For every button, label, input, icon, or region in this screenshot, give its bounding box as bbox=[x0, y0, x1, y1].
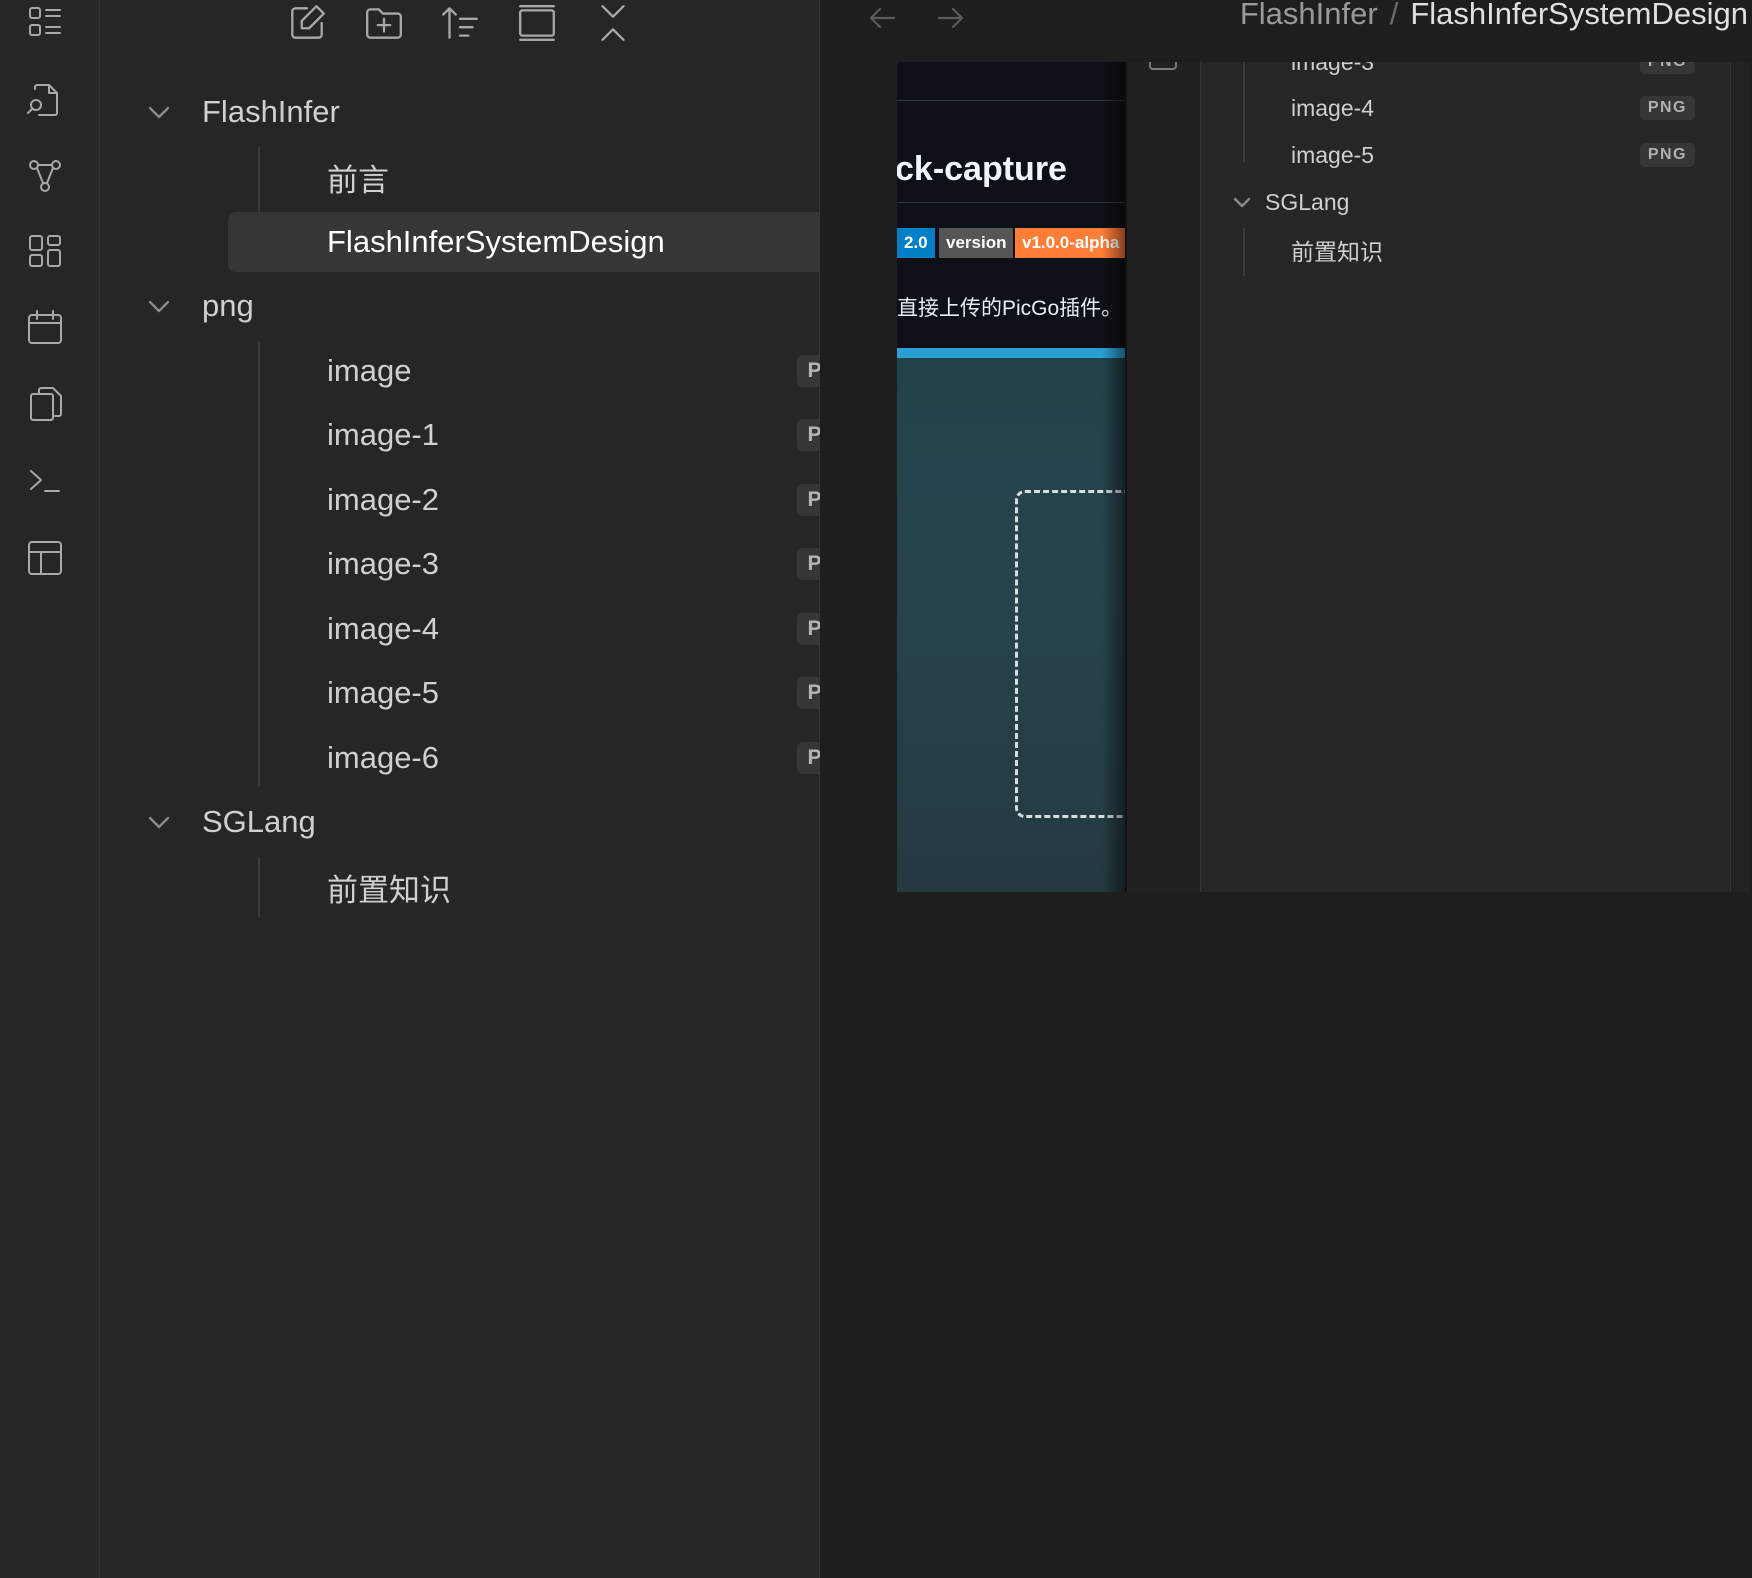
folder-flashinfer[interactable]: FlashInfer bbox=[144, 82, 764, 142]
graph-icon[interactable] bbox=[24, 155, 66, 197]
file-label: image-5 bbox=[327, 675, 439, 710]
mini-file-label: image-4 bbox=[1291, 94, 1375, 121]
folder-sglang[interactable]: SGLang bbox=[144, 792, 764, 852]
file-image-3[interactable]: image-3 PNG bbox=[228, 534, 891, 594]
file-image-5[interactable]: image-5 PNG bbox=[228, 663, 891, 723]
file-type-badge: PNG bbox=[1639, 143, 1695, 167]
new-note-icon[interactable] bbox=[284, 0, 330, 46]
mini-file-label: image-5 bbox=[1291, 141, 1375, 168]
embedded-file-tree: image-3 PNG image-4 PNG image-5 PNG SGLa… bbox=[1201, 62, 1731, 892]
back-arrow-icon[interactable] bbox=[863, 0, 903, 36]
indent-guide bbox=[1243, 62, 1245, 162]
folder-png[interactable]: png bbox=[144, 276, 764, 336]
embedded-screenshot: ck-capture 2.0 version v1.0.0-alpha 直接上传… bbox=[897, 62, 1750, 892]
shadow-edge bbox=[1102, 62, 1125, 892]
shield-version-label: version bbox=[939, 228, 1014, 258]
file-qianyan[interactable]: 前言 bbox=[228, 147, 891, 207]
file-label: image-6 bbox=[327, 740, 439, 775]
collapse-view-icon[interactable] bbox=[514, 0, 560, 46]
file-explorer: FlashInfer 前言 FlashInferSystemDesign png… bbox=[100, 0, 891, 1578]
file-label: 前言 bbox=[327, 162, 389, 198]
file-label: image-2 bbox=[327, 482, 439, 517]
new-folder-icon[interactable] bbox=[361, 0, 407, 46]
calendar-icon[interactable] bbox=[24, 307, 66, 349]
embedded-readme: ck-capture 2.0 version v1.0.0-alpha 直接上传… bbox=[897, 62, 1125, 892]
outline-icon[interactable] bbox=[24, 2, 66, 44]
file-label: image-3 bbox=[327, 546, 439, 581]
layout-icon[interactable] bbox=[24, 537, 66, 579]
mini-file-label: image-3 bbox=[1291, 62, 1374, 76]
folder-label: FlashInfer bbox=[202, 94, 340, 129]
file-qianzhi-zhishi[interactable]: 前置知识 bbox=[228, 857, 891, 917]
search-file-icon[interactable] bbox=[24, 80, 66, 122]
mini-file-image-4: image-4 PNG bbox=[1291, 88, 1730, 128]
file-image-2[interactable]: image-2 PNG bbox=[228, 470, 891, 530]
divider bbox=[897, 202, 1125, 203]
breadcrumb-parent[interactable]: FlashInfer bbox=[1240, 0, 1378, 32]
mini-file-qianzhi: 前置知识 bbox=[1291, 230, 1383, 270]
folder-label: png bbox=[202, 288, 254, 323]
breadcrumb: FlashInfer / FlashInferSystemDesign bbox=[1240, 0, 1748, 32]
breadcrumb-separator: / bbox=[1389, 0, 1399, 31]
file-label: image-1 bbox=[327, 417, 439, 452]
panel-icon bbox=[1149, 62, 1177, 70]
ribbon bbox=[0, 0, 100, 1578]
embedded-title: ck-capture bbox=[897, 150, 1067, 188]
file-label: FlashInferSystemDesign bbox=[327, 224, 665, 259]
file-type-badge: PNG bbox=[1639, 96, 1695, 120]
mini-file-label: 前置知识 bbox=[1291, 239, 1383, 265]
file-label: image bbox=[327, 353, 412, 388]
file-label: 前置知识 bbox=[327, 872, 451, 908]
file-image-6[interactable]: image-6 PNG bbox=[228, 728, 891, 788]
copy-icon[interactable] bbox=[24, 383, 66, 425]
terminal-icon[interactable] bbox=[24, 460, 66, 502]
file-image-1[interactable]: image-1 PNG bbox=[228, 405, 891, 465]
file-label: image-4 bbox=[327, 611, 439, 646]
indent-guide bbox=[1243, 228, 1245, 276]
chevron-down-icon bbox=[144, 291, 174, 321]
chevron-down-icon bbox=[144, 807, 174, 837]
mini-file-image-3: image-3 PNG bbox=[1291, 62, 1730, 82]
mini-folder-sglang: SGLang bbox=[1231, 182, 1349, 222]
main-pane: FlashInfer / FlashInferSystemDesign ck-c… bbox=[820, 0, 1752, 1578]
file-flashinfersystemdesign[interactable]: FlashInferSystemDesign bbox=[228, 212, 891, 272]
shield-license: 2.0 bbox=[897, 228, 935, 258]
folder-label: SGLang bbox=[202, 804, 316, 839]
file-image-4[interactable]: image-4 PNG bbox=[228, 599, 891, 659]
file-type-badge: PNG bbox=[1639, 62, 1695, 74]
chevron-down-icon bbox=[144, 97, 174, 127]
mini-file-image-5: image-5 PNG bbox=[1291, 135, 1730, 175]
embedded-description: 直接上传的PicGo插件。 bbox=[897, 297, 1123, 320]
mini-folder-label: SGLang bbox=[1265, 188, 1350, 215]
accent-bar bbox=[897, 348, 1125, 358]
collapse-all-icon[interactable] bbox=[590, 0, 636, 46]
dashboard-icon[interactable] bbox=[24, 230, 66, 272]
embedded-ribbon bbox=[1125, 62, 1201, 892]
forward-arrow-icon[interactable] bbox=[930, 0, 970, 36]
file-image[interactable]: image PNG bbox=[228, 341, 891, 401]
sort-icon[interactable] bbox=[437, 0, 483, 46]
breadcrumb-current: FlashInferSystemDesign bbox=[1410, 0, 1748, 31]
divider bbox=[897, 100, 1125, 101]
chevron-down-icon bbox=[1231, 191, 1253, 213]
